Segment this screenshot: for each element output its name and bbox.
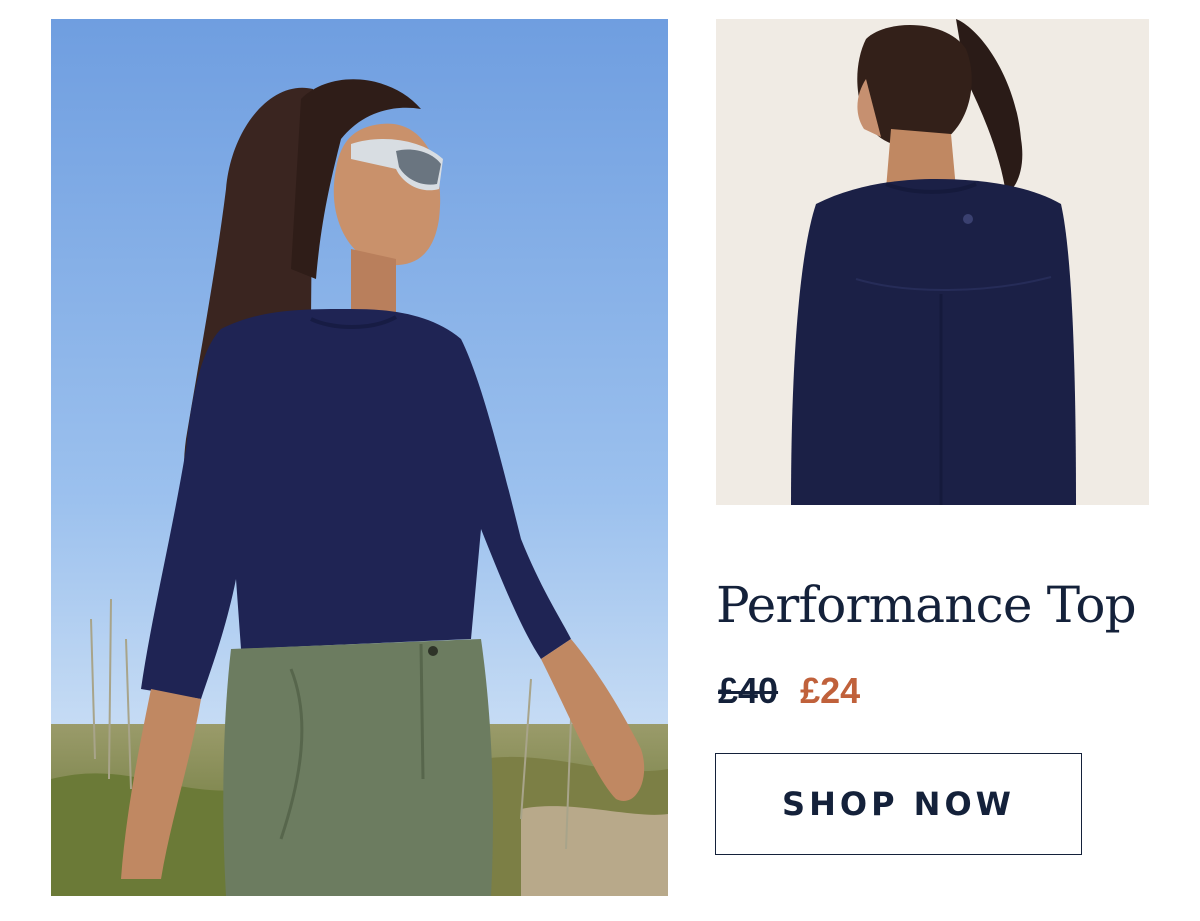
lifestyle-photo[interactable] xyxy=(51,19,668,896)
product-back-photo[interactable] xyxy=(716,19,1149,505)
price-group: £40 £24 xyxy=(718,668,860,714)
product-title: Performance Top xyxy=(716,576,1137,634)
original-price: £40 xyxy=(718,670,779,711)
shop-now-button[interactable]: SHOP NOW xyxy=(715,753,1082,855)
sale-price: £24 xyxy=(800,670,861,711)
